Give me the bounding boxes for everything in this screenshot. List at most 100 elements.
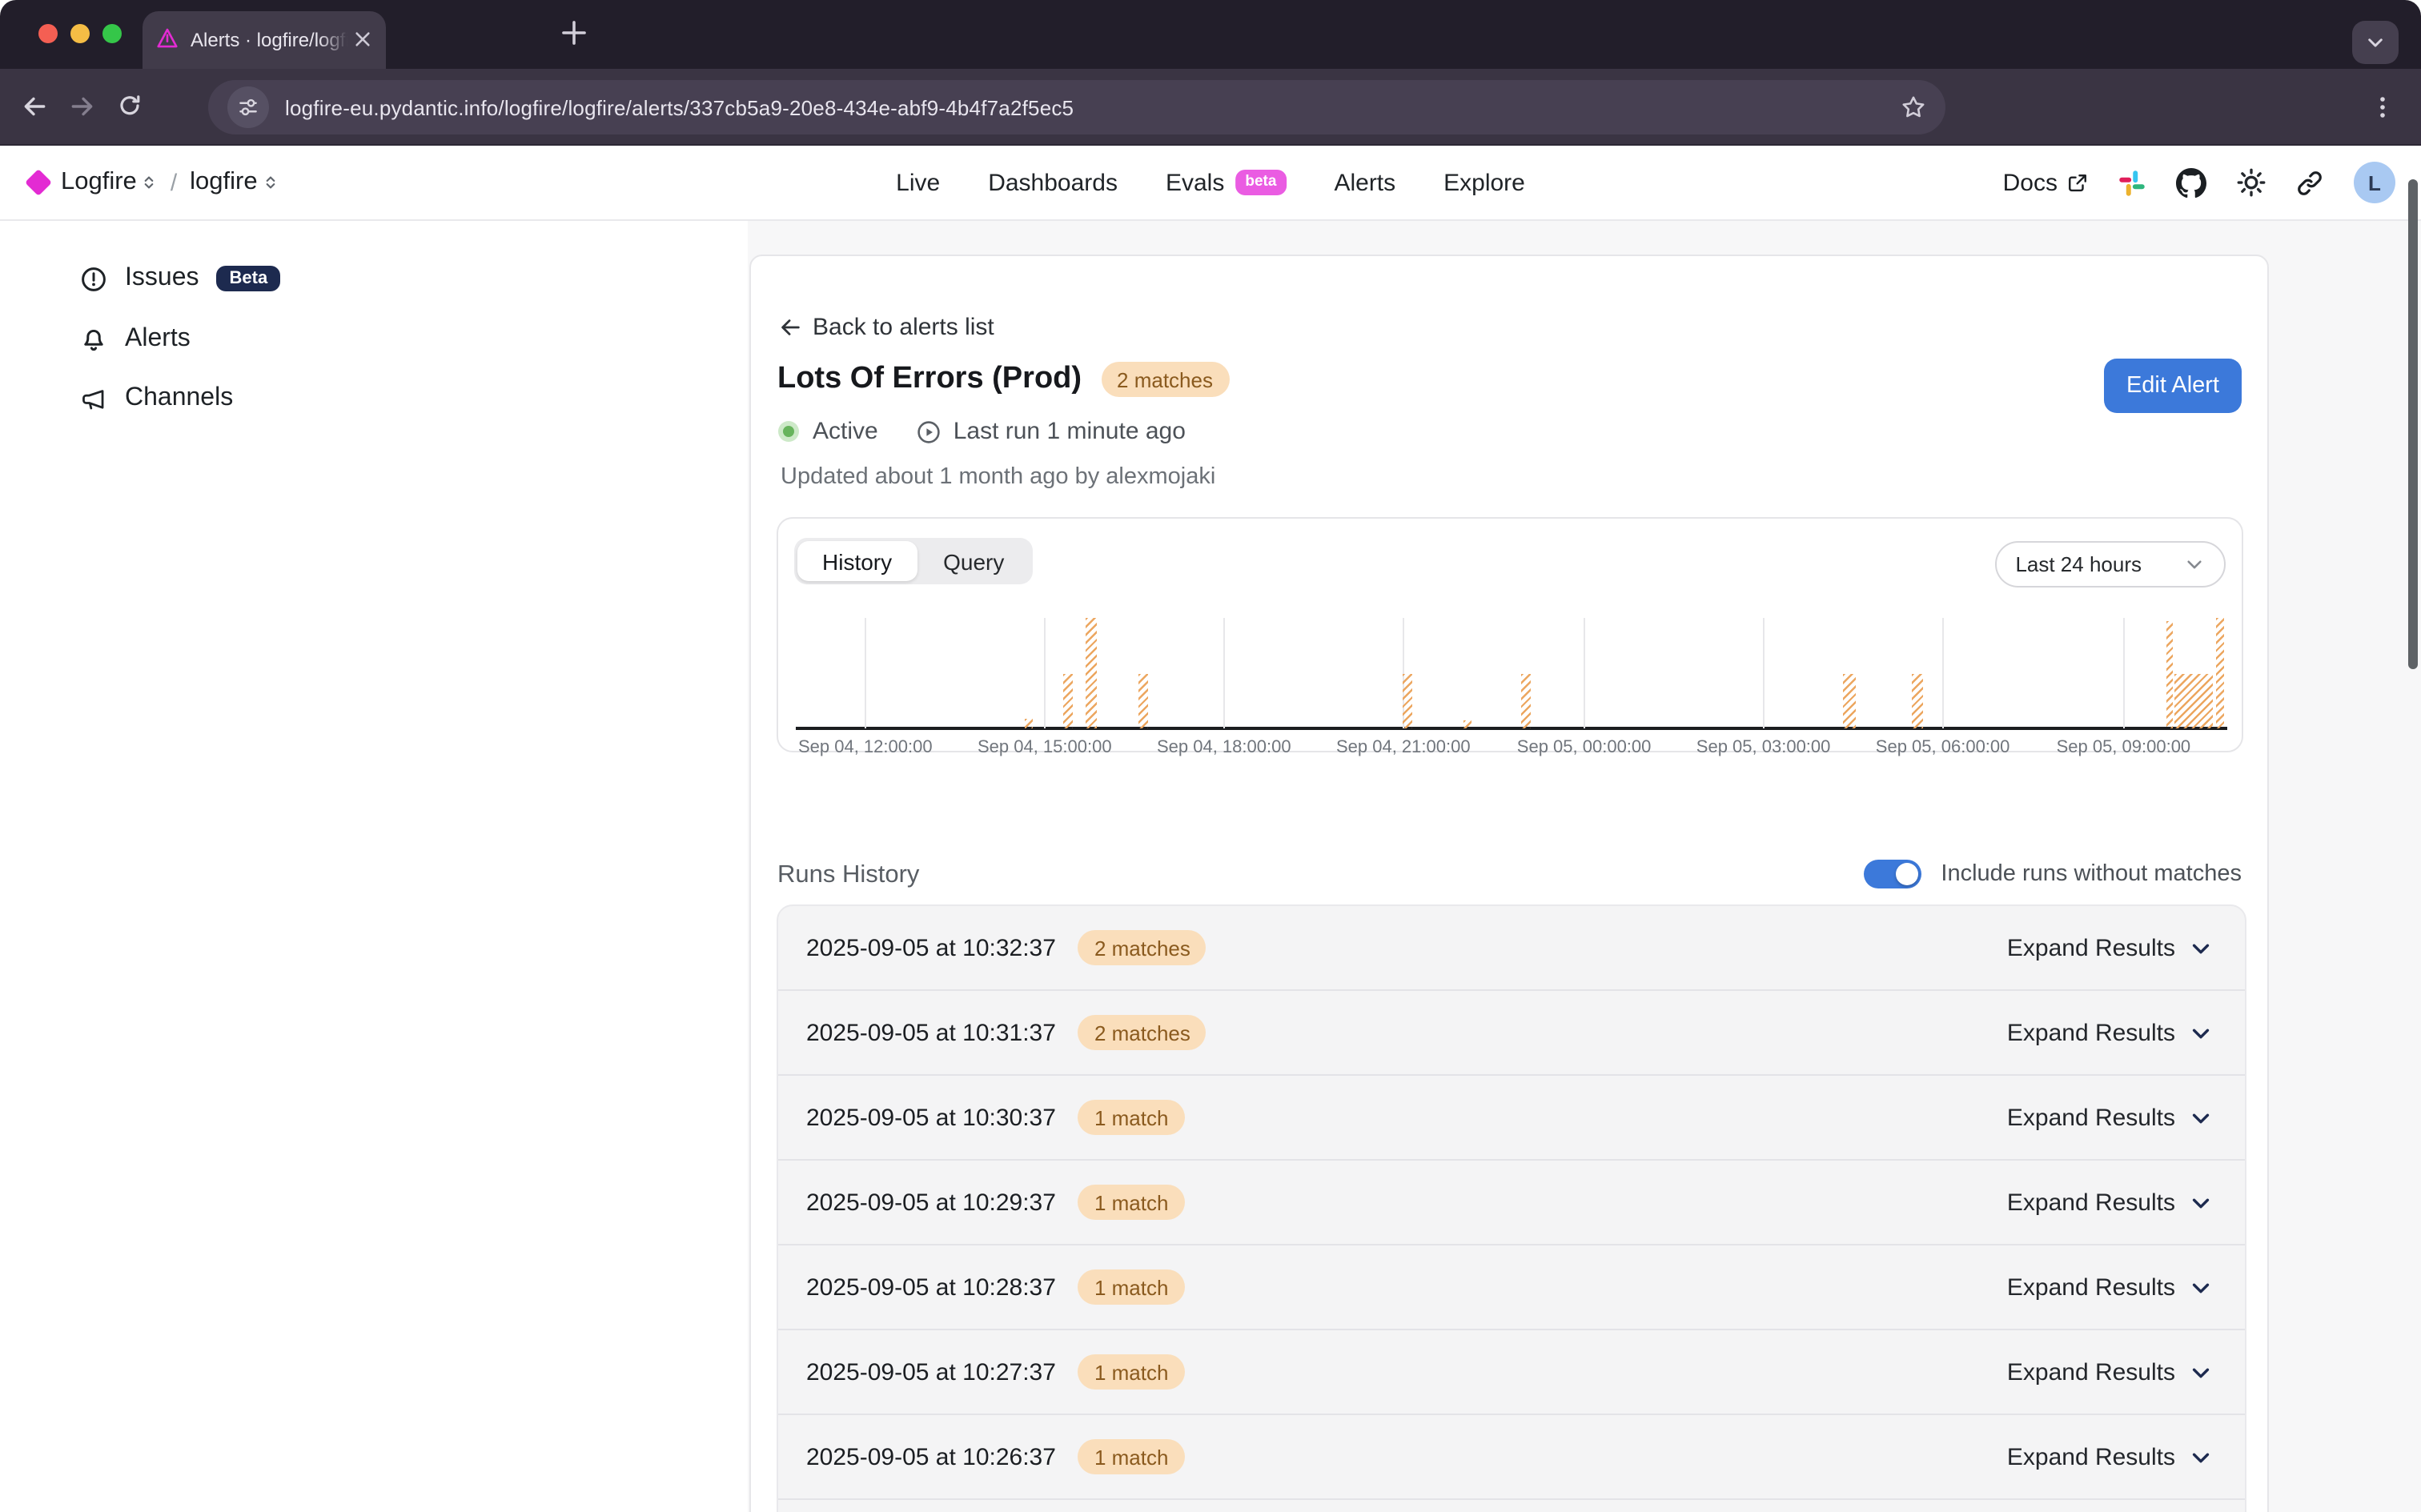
expand-results-button[interactable]: Expand Results bbox=[2007, 1019, 2212, 1046]
pydantic-favicon-icon bbox=[155, 28, 179, 52]
run-row[interactable]: 2025-09-05 at 10:32:37 2 matches Expand … bbox=[777, 906, 2244, 991]
zoom-window-button[interactable] bbox=[102, 24, 122, 43]
tab-title: Alerts · logfire/logfire · Pydant bbox=[191, 29, 347, 51]
page-scrollbar-thumb[interactable] bbox=[2407, 179, 2418, 669]
gridline bbox=[1224, 618, 1226, 728]
x-tick-label: Sep 05, 00:00:00 bbox=[1517, 738, 1652, 757]
sidebar-item-issues[interactable]: Issues Beta bbox=[80, 264, 280, 293]
updated-by-line: Updated about 1 month ago by alexmojaki bbox=[781, 464, 1215, 490]
active-status-icon bbox=[777, 421, 798, 442]
sidebar-label: Issues bbox=[125, 264, 199, 293]
matches-histogram bbox=[795, 618, 2226, 728]
url-text: logfire-eu.pydantic.info/logfire/logfire… bbox=[285, 95, 1901, 119]
toggle-label: Include runs without matches bbox=[1941, 861, 2242, 887]
run-row[interactable]: 2025-09-05 at 10:31:37 2 matches Expand … bbox=[777, 991, 2244, 1076]
nav-item-alerts[interactable]: Alerts bbox=[1334, 169, 1395, 196]
breadcrumb-separator: / bbox=[171, 169, 177, 196]
alert-title: Lots Of Errors (Prod) bbox=[777, 362, 1082, 397]
minimize-window-button[interactable] bbox=[70, 24, 90, 43]
nav-right-cluster: Docs L bbox=[2003, 146, 2395, 219]
project-switcher[interactable]: logfire bbox=[190, 168, 278, 197]
logfire-logo-icon bbox=[25, 169, 52, 196]
theme-sun-icon[interactable] bbox=[2237, 168, 2266, 197]
expand-results-button[interactable]: Expand Results bbox=[2007, 1104, 2212, 1131]
expand-results-label: Expand Results bbox=[2007, 1189, 2175, 1216]
tab-search-button[interactable] bbox=[2352, 21, 2399, 64]
tab-history[interactable]: History bbox=[797, 541, 917, 581]
expand-results-button[interactable]: Expand Results bbox=[2007, 934, 2212, 961]
nav-item-explore[interactable]: Explore bbox=[1443, 169, 1525, 196]
run-matches-badge: 1 match bbox=[1078, 1439, 1185, 1474]
tab-close-icon[interactable] bbox=[354, 31, 371, 49]
expand-results-label: Expand Results bbox=[2007, 1019, 2175, 1046]
histogram-bar bbox=[2217, 618, 2224, 728]
run-row[interactable]: 2025-09-05 at 10:29:37 1 match Expand Re… bbox=[777, 1161, 2244, 1245]
chevron-down-icon bbox=[2188, 1190, 2212, 1214]
gridline bbox=[865, 618, 867, 728]
run-row[interactable]: 2025-09-05 at 10:26:37 1 match Expand Re… bbox=[777, 1415, 2244, 1500]
run-timestamp: 2025-09-05 at 10:26:37 bbox=[806, 1443, 1056, 1470]
last-run: Last run 1 minute ago bbox=[917, 418, 1186, 445]
expand-results-button[interactable]: Expand Results bbox=[2007, 1443, 2212, 1470]
forward-icon[interactable] bbox=[69, 93, 96, 120]
sidebar-item-alerts[interactable]: Alerts bbox=[80, 324, 191, 353]
github-icon[interactable] bbox=[2176, 167, 2206, 198]
tab-query[interactable]: Query bbox=[917, 541, 1030, 581]
runs-filter-row: Include runs without matches bbox=[1864, 860, 2242, 888]
user-avatar[interactable]: L bbox=[2354, 162, 2395, 203]
nav-label: Evals bbox=[1166, 169, 1224, 196]
reload-icon[interactable] bbox=[117, 94, 143, 119]
org-switcher[interactable]: Logfire bbox=[61, 168, 158, 197]
time-range-dropdown[interactable]: Last 24 hours bbox=[1994, 541, 2225, 588]
include-runs-toggle[interactable] bbox=[1864, 860, 1921, 888]
histogram-bar bbox=[1025, 720, 1034, 728]
megaphone-icon bbox=[80, 385, 107, 412]
share-link-icon[interactable] bbox=[2296, 169, 2323, 196]
slack-icon[interactable] bbox=[2118, 169, 2146, 196]
browser-tab[interactable]: Alerts · logfire/logfire · Pydant bbox=[143, 11, 386, 68]
browser-menu-icon[interactable] bbox=[2370, 94, 2395, 119]
chevron-down-icon bbox=[2188, 1275, 2212, 1299]
run-row[interactable]: 2025-09-05 at 10:28:37 1 match Expand Re… bbox=[777, 1245, 2244, 1330]
expand-results-button[interactable]: Expand Results bbox=[2007, 1358, 2212, 1386]
browser-tab-strip: Alerts · logfire/logfire · Pydant bbox=[0, 0, 2421, 68]
page-body: Issues Beta Alerts Channels Back to aler… bbox=[0, 221, 2421, 1512]
run-matches-badge: 1 match bbox=[1078, 1269, 1185, 1305]
alert-status-row: Active Last run 1 minute ago bbox=[777, 418, 1186, 445]
url-bar[interactable]: logfire-eu.pydantic.info/logfire/logfire… bbox=[208, 80, 1945, 134]
arrow-left-icon bbox=[777, 315, 801, 339]
nav-item-dashboards[interactable]: Dashboards bbox=[988, 169, 1118, 196]
sidebar-item-channels[interactable]: Channels bbox=[80, 384, 233, 413]
site-settings-icon[interactable] bbox=[227, 86, 269, 128]
expand-results-label: Expand Results bbox=[2007, 934, 2175, 961]
back-to-alerts-link[interactable]: Back to alerts list bbox=[777, 314, 994, 341]
play-circle-icon bbox=[917, 419, 942, 444]
org-name: Logfire bbox=[61, 168, 137, 197]
run-timestamp: 2025-09-05 at 10:29:37 bbox=[806, 1189, 1056, 1216]
window-controls[interactable] bbox=[38, 24, 122, 43]
docs-link[interactable]: Docs bbox=[2003, 169, 2088, 196]
histogram-bar bbox=[1911, 674, 1922, 728]
nav-item-live[interactable]: Live bbox=[896, 169, 940, 196]
expand-results-button[interactable]: Expand Results bbox=[2007, 1189, 2212, 1216]
new-tab-button[interactable] bbox=[559, 18, 589, 48]
run-row[interactable]: 2025-09-05 at 10:27:37 1 match Expand Re… bbox=[777, 1330, 2244, 1415]
histogram-bar bbox=[1138, 673, 1148, 728]
gridline bbox=[1584, 618, 1586, 728]
last-run-label: Last run 1 minute ago bbox=[954, 418, 1186, 445]
expand-results-label: Expand Results bbox=[2007, 1104, 2175, 1131]
bookmark-star-icon[interactable] bbox=[1901, 94, 1926, 120]
back-icon[interactable] bbox=[21, 93, 48, 120]
edit-alert-button[interactable]: Edit Alert bbox=[2104, 359, 2242, 413]
nav-item-evals[interactable]: Evalsbeta bbox=[1166, 169, 1286, 196]
chevron-down-icon bbox=[2188, 1445, 2212, 1469]
docs-label: Docs bbox=[2003, 169, 2058, 196]
chevron-updown-icon bbox=[142, 173, 158, 192]
run-row[interactable]: 2025-09-05 at 10:30:37 1 match Expand Re… bbox=[777, 1076, 2244, 1161]
run-matches-badge: 1 match bbox=[1078, 1185, 1185, 1220]
expand-results-label: Expand Results bbox=[2007, 1358, 2175, 1386]
close-window-button[interactable] bbox=[38, 24, 58, 43]
expand-results-button[interactable]: Expand Results bbox=[2007, 1273, 2212, 1301]
run-row[interactable]: 2025-09-05 at 10:25:37 1 match Expand Re… bbox=[777, 1500, 2244, 1512]
time-range-value: Last 24 hours bbox=[2015, 552, 2142, 576]
